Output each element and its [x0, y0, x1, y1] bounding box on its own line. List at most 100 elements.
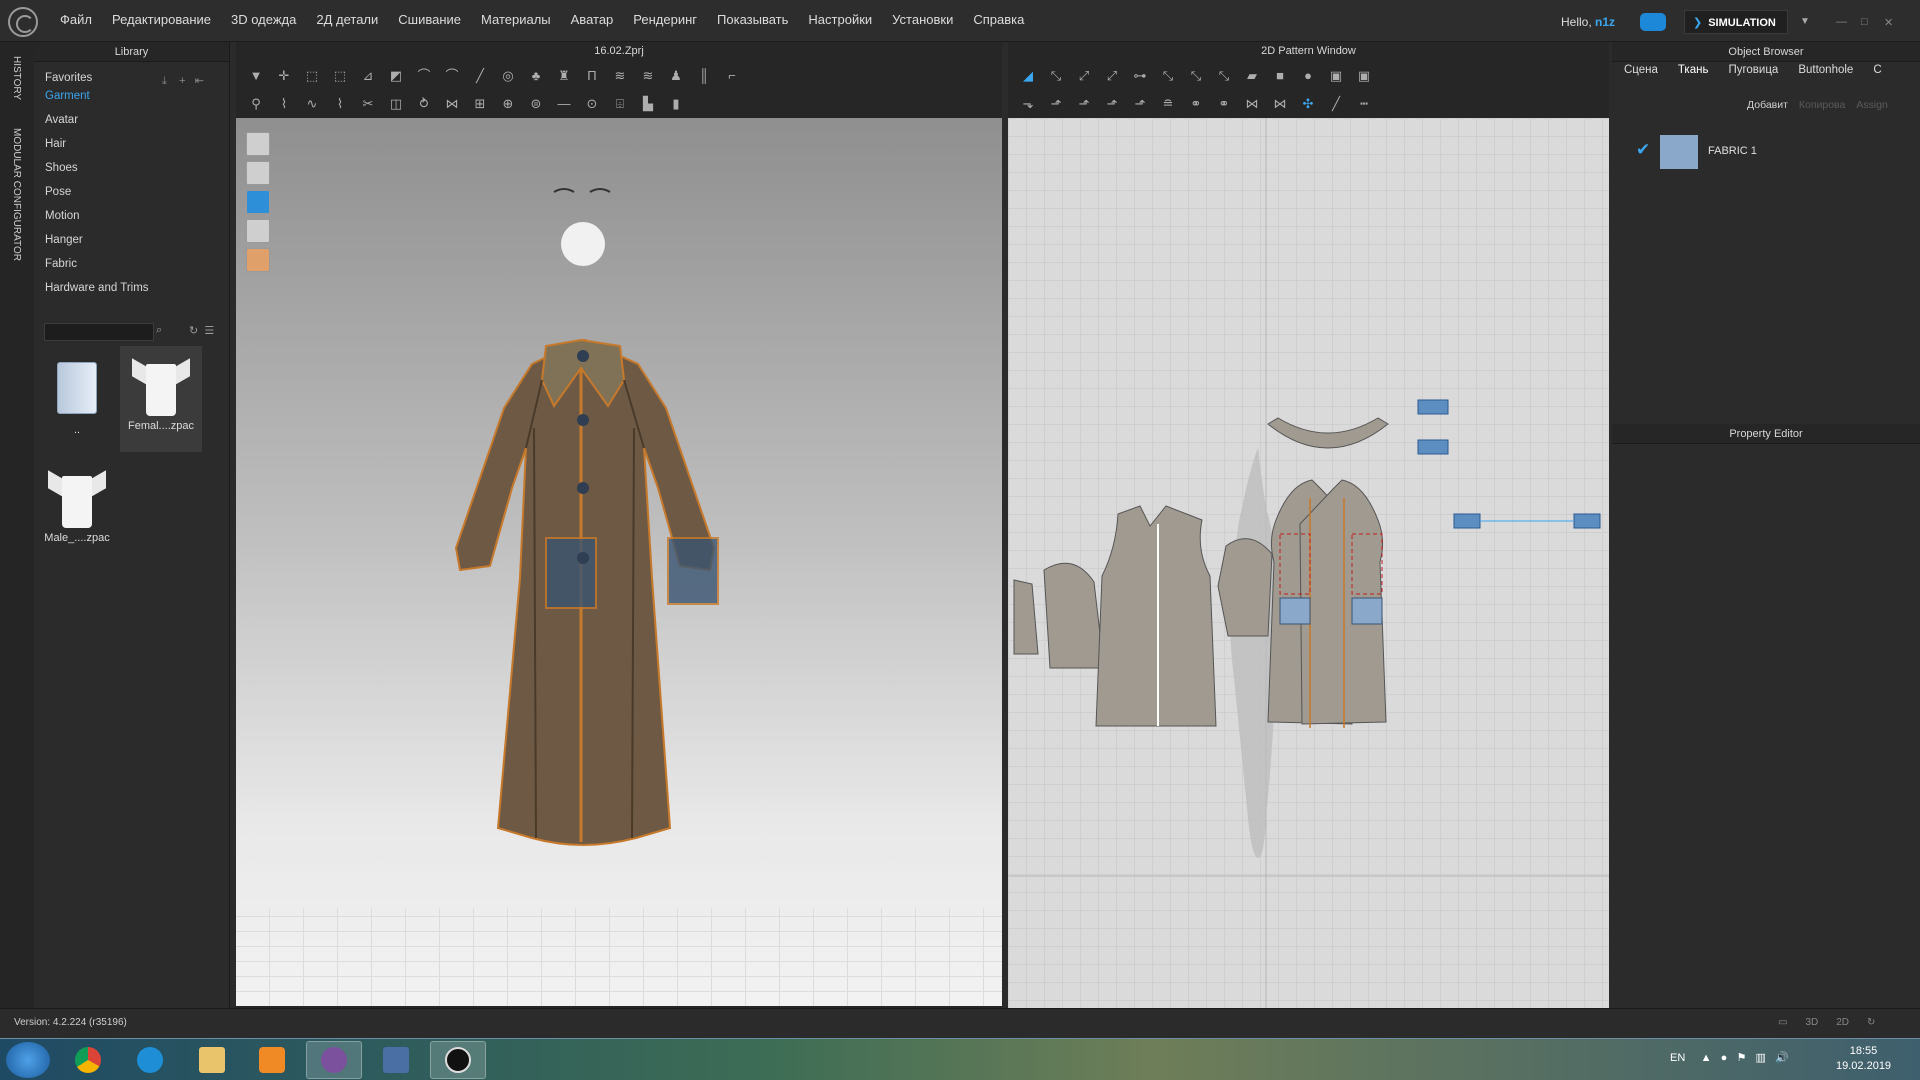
transform-pattern-icon[interactable]: ⤡ — [1046, 67, 1066, 85]
library-item-pose[interactable]: Pose — [44, 186, 224, 210]
seam-allowance-icon[interactable]: ⬏ — [1130, 95, 1150, 113]
checkmark-icon[interactable]: ✔ — [1636, 140, 1650, 160]
split-view-icon[interactable]: ▭ — [1778, 1017, 1787, 1028]
free-sew-icon[interactable]: ⋈ — [1242, 95, 1262, 113]
cut-tool-icon[interactable]: ✂ — [358, 95, 378, 113]
start-button[interactable] — [6, 1042, 50, 1078]
menu-sewing[interactable]: Сшивание — [398, 12, 461, 27]
minimize-icon[interactable]: — — [1836, 16, 1850, 28]
reset-view-icon[interactable]: ↻ — [1867, 1017, 1875, 1028]
button-tool-icon[interactable]: ◎ — [498, 67, 518, 85]
buttonhole-icon[interactable]: ⊜ — [526, 95, 546, 113]
library-item-shoes[interactable]: Shoes — [44, 162, 224, 186]
tab-history[interactable]: HISTORY — [11, 56, 22, 100]
mode-selector[interactable]: ❯ SIMULATION — [1684, 10, 1788, 34]
tape-tool-icon[interactable]: ◫ — [386, 95, 406, 113]
library-item-hardware[interactable]: Hardware and Trims — [44, 282, 224, 306]
menu-file[interactable]: Файл — [60, 12, 92, 27]
add-point-icon[interactable]: ⊶ — [1130, 67, 1150, 85]
circle-icon[interactable]: ● — [1298, 67, 1318, 85]
sew-seg-icon[interactable]: ⌒ — [442, 67, 462, 85]
library-file-male[interactable]: Male_....zpac — [36, 458, 118, 564]
tab-more[interactable]: С — [1873, 64, 1881, 76]
menu-settings[interactable]: Настройки — [808, 12, 872, 27]
menu-render[interactable]: Рендеринг — [633, 12, 697, 27]
trace-icon[interactable]: ⬏ — [1046, 95, 1066, 113]
seam-tool-icon[interactable]: ⌇ — [274, 95, 294, 113]
measure-tool-icon[interactable]: ║ — [694, 67, 714, 85]
topstitch-icon[interactable]: ✣ — [1298, 95, 1318, 113]
box-select-icon[interactable]: ⬚ — [302, 67, 322, 85]
edit-point-icon[interactable]: ⤢ — [1074, 67, 1094, 85]
slash-spread-icon[interactable]: ⤡ — [1214, 67, 1234, 85]
search-icon[interactable]: ⌕ — [156, 324, 162, 337]
cloud-icon[interactable] — [1640, 13, 1666, 31]
button-place-icon[interactable]: ⊕ — [498, 95, 518, 113]
dart-icon[interactable]: ⬎ — [1018, 95, 1038, 113]
viber-taskbar-item[interactable] — [306, 1041, 362, 1079]
assign-button[interactable]: Assign — [1856, 99, 1888, 111]
user-greeting[interactable]: Hello, n1z — [1561, 15, 1615, 29]
pose-tool-icon[interactable]: ⚲ — [246, 95, 266, 113]
library-item-hair[interactable]: Hair — [44, 138, 224, 162]
explorer-taskbar-item[interactable] — [184, 1041, 240, 1079]
tab-button[interactable]: Пуговица — [1728, 64, 1778, 76]
scene-3d-canvas[interactable] — [236, 118, 1002, 1006]
library-item-garment[interactable]: Garment — [44, 90, 224, 114]
edit-pattern-icon[interactable]: ◢ — [1018, 67, 1038, 85]
menu-materials[interactable]: Материалы — [481, 12, 551, 27]
menu-preferences[interactable]: Установки — [892, 12, 953, 27]
grid-tool-icon[interactable]: ⊞ — [470, 95, 490, 113]
menu-display[interactable]: Показывать — [717, 12, 788, 27]
view-3d-icon[interactable]: 3D — [1805, 1017, 1818, 1028]
segment-sew-icon[interactable]: ⚭ — [1214, 95, 1234, 113]
rectangle-icon[interactable]: ■ — [1270, 67, 1290, 85]
internal-rect-icon[interactable]: ▣ — [1326, 67, 1346, 85]
move-tool-icon[interactable]: ✛ — [274, 67, 294, 85]
pattern-canvas[interactable] — [1008, 118, 1609, 1008]
avatar-tool-icon[interactable]: ♟ — [666, 67, 686, 85]
garment-tool-icon[interactable]: ♣ — [526, 67, 546, 85]
layer2-tool-icon[interactable]: ≋ — [638, 67, 658, 85]
menu-help[interactable]: Справка — [973, 12, 1024, 27]
add-button[interactable]: Добавит — [1747, 99, 1788, 111]
flag-icon[interactable]: ⚑ — [1736, 1052, 1746, 1064]
fold-arrange-icon[interactable]: ⥁ — [414, 95, 434, 113]
sew-icon[interactable]: ⌒ — [414, 67, 434, 85]
library-file-parent[interactable]: .. — [36, 348, 118, 454]
copy-button[interactable]: Копирова — [1799, 99, 1846, 111]
tab-modular-configurator[interactable]: MODULAR CONFIGURATOR — [11, 128, 22, 261]
curve-tool-icon[interactable]: ∿ — [302, 95, 322, 113]
library-search-input[interactable] — [44, 323, 154, 341]
fur-tool-icon[interactable]: ⋈ — [442, 95, 462, 113]
menu-3d-garment[interactable]: 3D одежда — [231, 12, 296, 27]
system-clock[interactable]: 18:55 19.02.2019 — [1836, 1044, 1891, 1074]
tray-expand-icon[interactable]: ▲ — [1701, 1052, 1712, 1064]
fabric-list-item[interactable]: ✔ FABRIC 1 — [1612, 132, 1920, 170]
shirt-tool-icon[interactable]: ♜ — [554, 67, 574, 85]
line-draw-icon[interactable]: ╱ — [1326, 95, 1346, 113]
library-file-female[interactable]: Femal....zpac — [120, 346, 202, 452]
internal-polygon-icon[interactable]: ▣ — [1354, 67, 1374, 85]
fold-icon[interactable]: ◩ — [386, 67, 406, 85]
tab-scene[interactable]: Сцена — [1624, 64, 1658, 76]
pants-tool-icon[interactable]: Π — [582, 67, 602, 85]
zipper-tool-icon[interactable]: ⌹ — [610, 95, 630, 113]
pin-icon[interactable]: ⊿ — [358, 67, 378, 85]
coat-3d-model[interactable] — [236, 118, 1002, 1006]
offset-icon[interactable]: ⬏ — [1074, 95, 1094, 113]
refresh-icon[interactable]: ↻ — [189, 325, 198, 337]
media-taskbar-item[interactable] — [244, 1041, 300, 1079]
rect-pattern-icon[interactable]: ▰ — [1242, 67, 1262, 85]
lock-tool-icon[interactable]: ⊙ — [582, 95, 602, 113]
network-icon[interactable]: ▥ — [1756, 1052, 1766, 1064]
line-tool-icon[interactable]: ╱ — [470, 67, 490, 85]
bend-tool-icon[interactable]: ⌇ — [330, 95, 350, 113]
mode-dropdown-icon[interactable]: ▼ — [1800, 16, 1810, 27]
layer-tool-icon[interactable]: ≋ — [610, 67, 630, 85]
sewing-icon[interactable]: ⚭ — [1186, 95, 1206, 113]
tray-app-icon[interactable]: ● — [1721, 1052, 1728, 1064]
curve-point-icon[interactable]: ⤡ — [1158, 67, 1178, 85]
chrome-taskbar-item[interactable] — [60, 1041, 116, 1079]
select-tool-icon[interactable]: ▼ — [246, 67, 266, 85]
